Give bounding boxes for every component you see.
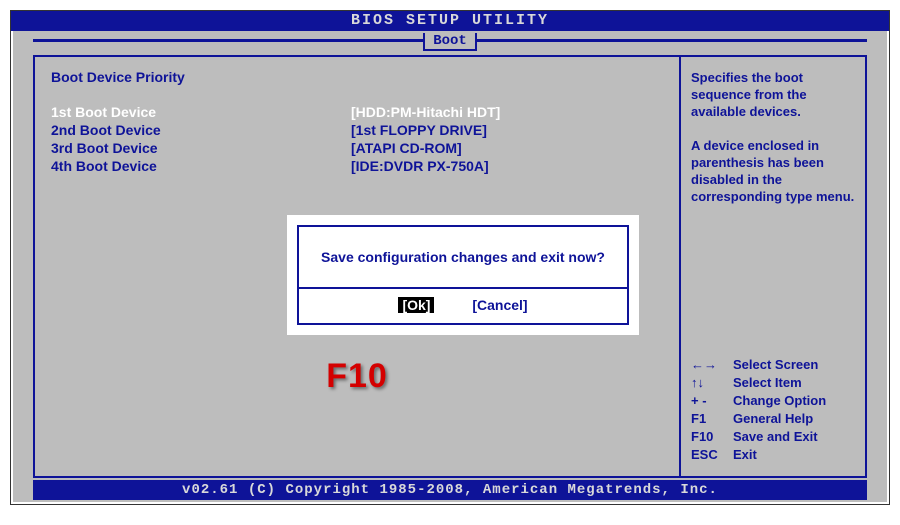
key-hint-action: Exit <box>733 446 757 464</box>
key-hint-action: General Help <box>733 410 813 428</box>
key-hint-key: + - <box>691 392 733 410</box>
boot-device-value: [ATAPI CD-ROM] <box>351 139 462 157</box>
footer-bar: v02.61 (C) Copyright 1985-2008, American… <box>33 480 867 500</box>
boot-device-row[interactable]: 4th Boot Device [IDE:DVDR PX-750A] <box>51 157 663 175</box>
cancel-button[interactable]: [Cancel] <box>472 297 527 313</box>
key-hint-key: F1 <box>691 410 733 428</box>
boot-device-value: [1st FLOPPY DRIVE] <box>351 121 487 139</box>
key-hint-row: + -Change Option <box>691 392 855 410</box>
section-title: Boot Device Priority <box>51 69 663 85</box>
dialog-message: Save configuration changes and exit now? <box>299 227 627 287</box>
f10-annotation: F10 <box>35 357 679 396</box>
key-hint-action: Save and Exit <box>733 428 818 446</box>
tab-boot[interactable]: Boot <box>423 33 477 51</box>
key-hints: ←→Select Screen ↑↓Select Item + -Change … <box>691 356 855 464</box>
boot-device-value: [HDD:PM-Hitachi HDT] <box>351 103 500 121</box>
boot-device-label: 4th Boot Device <box>51 157 351 175</box>
boot-device-list: 1st Boot Device [HDD:PM-Hitachi HDT] 2nd… <box>51 103 663 175</box>
boot-device-row[interactable]: 2nd Boot Device [1st FLOPPY DRIVE] <box>51 121 663 139</box>
dialog-buttons: [Ok] [Cancel] <box>299 287 627 323</box>
boot-device-label: 2nd Boot Device <box>51 121 351 139</box>
help-text: Specifies the boot sequence from the ava… <box>691 69 855 205</box>
boot-device-label: 1st Boot Device <box>51 103 351 121</box>
key-hint-key: F10 <box>691 428 733 446</box>
key-hint-key: ←→ <box>691 356 733 374</box>
key-hint-key: ESC <box>691 446 733 464</box>
key-hint-row: F1General Help <box>691 410 855 428</box>
key-hint-key: ↑↓ <box>691 374 733 392</box>
ok-button[interactable]: [Ok] <box>398 297 434 313</box>
bios-screen: BIOS SETUP UTILITY Boot Boot Device Prio… <box>10 10 890 505</box>
key-hint-action: Select Item <box>733 374 802 392</box>
key-hint-row: F10Save and Exit <box>691 428 855 446</box>
key-hint-action: Select Screen <box>733 356 818 374</box>
key-hint-action: Change Option <box>733 392 826 410</box>
save-exit-dialog: Save configuration changes and exit now?… <box>287 215 639 335</box>
tab-strip: Boot <box>11 31 889 49</box>
boot-device-label: 3rd Boot Device <box>51 139 351 157</box>
main-panel: Boot Device Priority 1st Boot Device [HD… <box>33 55 681 478</box>
title-bar: BIOS SETUP UTILITY <box>11 11 889 31</box>
key-hint-row: ESCExit <box>691 446 855 464</box>
help-panel: Specifies the boot sequence from the ava… <box>681 55 867 478</box>
boot-device-value: [IDE:DVDR PX-750A] <box>351 157 489 175</box>
key-hint-row: ↑↓Select Item <box>691 374 855 392</box>
key-hint-row: ←→Select Screen <box>691 356 855 374</box>
content-area: Boot Device Priority 1st Boot Device [HD… <box>33 55 867 478</box>
boot-device-row[interactable]: 1st Boot Device [HDD:PM-Hitachi HDT] <box>51 103 663 121</box>
boot-device-row[interactable]: 3rd Boot Device [ATAPI CD-ROM] <box>51 139 663 157</box>
